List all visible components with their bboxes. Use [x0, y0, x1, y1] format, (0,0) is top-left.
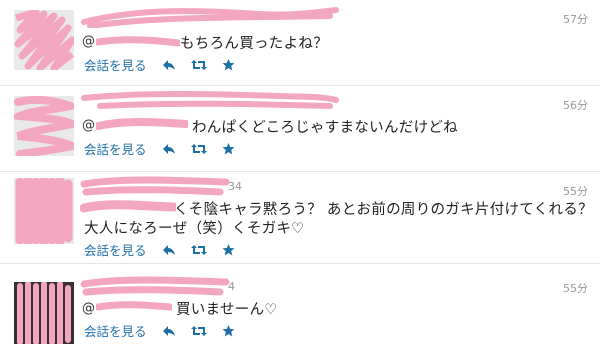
redacted-avatar-scribble: [15, 178, 73, 244]
tweet-item[interactable]: 4 @ 買いませーん♡ 55分 会話を見る: [0, 264, 600, 357]
tweet-item[interactable]: @ もちろん買ったよね？ 57分 会話を見る: [0, 0, 600, 86]
favorite-icon[interactable]: [221, 58, 237, 72]
retweet-icon[interactable]: [190, 324, 207, 338]
mention-at[interactable]: @: [82, 118, 95, 133]
reply-icon[interactable]: [161, 58, 177, 72]
avatar[interactable]: [14, 178, 74, 244]
avatar[interactable]: [14, 282, 74, 344]
reply-icon[interactable]: [161, 243, 177, 257]
retweet-icon[interactable]: [190, 142, 207, 156]
tweet-actions: 会話を見る: [84, 139, 251, 158]
tweet-actions: 会話を見る: [84, 321, 251, 340]
header-fragment: 34: [228, 180, 242, 193]
mention-at[interactable]: @: [82, 301, 95, 316]
tweet-item[interactable]: 34 くそ陰キャラ黙ろう？ あとお前の周りのガキ片付けてくれる？ 大人になろーぜ…: [0, 172, 600, 264]
tweet-actions: 会話を見る: [84, 55, 251, 74]
mention-at[interactable]: @: [82, 34, 95, 49]
redacted-username-scribble: [81, 91, 339, 109]
redacted-username-scribble: [80, 176, 230, 196]
redacted-avatar-scribble: [14, 10, 74, 70]
tweet-time[interactable]: 56分: [563, 97, 588, 113]
retweet-icon[interactable]: [190, 243, 207, 257]
tweet-text-line2: 大人になろーぜ（笑）くそガキ♡: [84, 221, 305, 237]
view-conversation-link[interactable]: 会話を見る: [84, 240, 147, 259]
avatar[interactable]: [14, 96, 74, 156]
redacted-mention-scribble: [96, 118, 188, 130]
reply-icon[interactable]: [161, 324, 177, 338]
favorite-icon[interactable]: [221, 243, 237, 257]
redacted-mention-scribble: [96, 301, 172, 311]
tweet-text-line1: くそ陰キャラ黙ろう？ あとお前の周りのガキ片付けてくれる？: [174, 202, 593, 218]
view-conversation-link[interactable]: 会話を見る: [84, 55, 147, 74]
timeline: @ もちろん買ったよね？ 57分 会話を見る @ わんぱくどころじゃすまないんだ…: [0, 0, 600, 357]
tweet-time[interactable]: 57分: [563, 11, 588, 27]
redacted-avatar-scribble: [14, 96, 74, 156]
view-conversation-link[interactable]: 会話を見る: [84, 139, 147, 158]
tweet-text: 買いませーん♡: [176, 302, 278, 318]
tweet-item[interactable]: @ わんぱくどころじゃすまないんだけどね 56分 会話を見る: [0, 86, 600, 172]
reply-icon[interactable]: [161, 142, 177, 156]
redacted-mention-scribble: [96, 36, 180, 47]
retweet-icon[interactable]: [190, 58, 207, 72]
favorite-icon[interactable]: [221, 324, 237, 338]
view-conversation-link[interactable]: 会話を見る: [84, 321, 147, 340]
avatar[interactable]: [14, 10, 74, 70]
tweet-text: わんぱくどころじゃすまないんだけどね: [192, 120, 458, 136]
header-fragment: 4: [228, 280, 235, 293]
tweet-time[interactable]: 55分: [563, 183, 588, 199]
redacted-mention-scribble: [80, 200, 176, 213]
tweet-text: もちろん買ったよね？: [180, 36, 328, 52]
tweet-time[interactable]: 55分: [563, 280, 588, 296]
redacted-username-scribble: [81, 7, 339, 28]
tweet-actions: 会話を見る: [84, 240, 251, 259]
redacted-avatar-scribble: [14, 282, 74, 344]
redacted-username-scribble: [80, 276, 230, 296]
favorite-icon[interactable]: [221, 142, 237, 156]
